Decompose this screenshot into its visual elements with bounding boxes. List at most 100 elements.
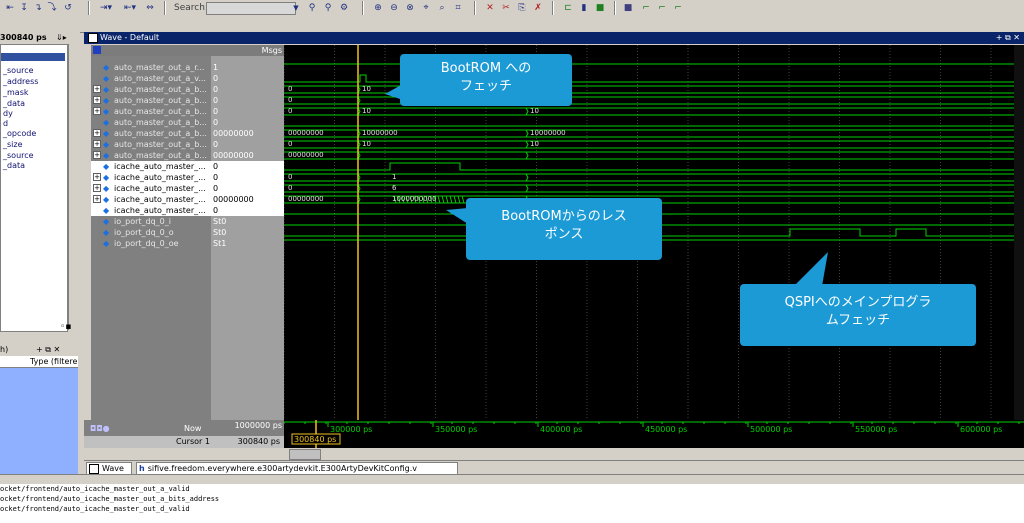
type-column-header[interactable]: Type (filtere <box>30 357 77 366</box>
waveform-vscroll[interactable] <box>1014 45 1024 420</box>
list-item-selected[interactable] <box>1 53 65 61</box>
window-buttons-icon[interactable]: + ⧉ ✕ <box>996 32 1020 44</box>
signal-row[interactable]: + ◆ auto_master_out_a_b... <box>91 106 211 117</box>
left-panel-scrollbar[interactable] <box>68 44 79 330</box>
zoom-out-icon[interactable]: ⊖ <box>388 2 400 14</box>
search-input[interactable] <box>206 2 296 15</box>
search-options-icon[interactable]: ⚙ <box>338 2 350 14</box>
signal-row[interactable]: ◆ io_port_dq_0_o <box>91 227 211 238</box>
zoom-cursor-icon[interactable]: ⌖ <box>420 2 432 14</box>
step-icon[interactable]: ↧ <box>18 2 30 14</box>
next-edge-icon[interactable]: ⇤▾ <box>120 2 140 14</box>
list-item[interactable]: _mask <box>3 88 29 97</box>
ruler-tick-label: 350000 ps <box>435 425 477 434</box>
green-block-icon[interactable]: ■ <box>594 2 606 14</box>
waveform-icon-3[interactable]: ⌐ <box>672 2 684 14</box>
expand-plus-icon[interactable]: + <box>93 140 101 148</box>
expand-plus-icon[interactable]: + <box>93 129 101 137</box>
panel-pin-icon[interactable]: ◦▪ <box>60 322 71 332</box>
signal-row[interactable]: + ◆ auto_master_out_a_b... <box>91 139 211 150</box>
expand-plus-icon[interactable]: + <box>93 85 101 93</box>
step-out-icon[interactable]: ⤵ <box>46 2 58 14</box>
toolbar-separator <box>164 1 166 15</box>
clear-icon[interactable]: ✗ <box>532 2 544 14</box>
signal-name: io_port_dq_0_o <box>114 228 174 237</box>
signal-name: auto_master_out_a_b... <box>114 107 207 116</box>
restart-icon[interactable]: ↺ <box>62 2 74 14</box>
bus-value-label: 6 <box>392 184 397 192</box>
console-transcript[interactable]: ocket/frontend/auto_icache_master_out_a_… <box>0 484 1024 523</box>
bus-transition <box>525 107 529 116</box>
find-edge-icon[interactable]: ⇔ <box>144 2 156 14</box>
signal-row[interactable]: ◆ icache_auto_master_... <box>91 161 211 172</box>
signal-row[interactable]: + ◆ auto_master_out_a_b... <box>91 150 211 161</box>
list-item[interactable]: _address <box>3 77 38 86</box>
prev-edge-icon[interactable]: ⇥▾ <box>96 2 116 14</box>
delete-icon[interactable]: ✕ <box>484 2 496 14</box>
zoom-in-icon[interactable]: ⊕ <box>372 2 384 14</box>
time-field[interactable]: 300840 ps <box>0 32 47 44</box>
zoom-full-range-icon[interactable]: ⊗ <box>404 2 416 14</box>
time-field-buttons-icon[interactable]: ⇓▸ <box>56 32 67 44</box>
expand-plus-icon[interactable]: + <box>93 96 101 104</box>
signal-row[interactable]: ◆ io_port_dq_0_i <box>91 216 211 227</box>
tab-wave-label: Wave <box>102 464 124 473</box>
signal-row[interactable]: + ◆ icache_auto_master_... <box>91 183 211 194</box>
dense-transition <box>437 195 441 204</box>
step-over-icon[interactable]: ↴ <box>32 2 44 14</box>
zoom-last-icon[interactable]: ⌕ <box>436 2 448 14</box>
expand-plus-icon[interactable]: + <box>93 195 101 203</box>
expand-plus-icon[interactable]: + <box>93 151 101 159</box>
expand-plus-icon[interactable]: + <box>93 173 101 181</box>
signal-row[interactable]: ◆ io_port_dq_0_oe <box>91 238 211 249</box>
list-item[interactable]: _data <box>3 161 25 170</box>
waveform-icon-2[interactable]: ⌐ <box>656 2 668 14</box>
panel-window-buttons-icon[interactable]: + ⧉ ✕ <box>36 344 60 356</box>
search-label: Search: <box>174 3 208 13</box>
waveform-icon[interactable]: ⌐ <box>640 2 652 14</box>
signal-diamond-icon: ◆ <box>103 140 110 149</box>
copy-icon[interactable]: ⎘ <box>516 2 528 14</box>
list-item[interactable]: _opcode <box>3 129 36 138</box>
blank-icon <box>93 228 101 236</box>
signal-row[interactable]: ◆ auto_master_out_a_r... <box>91 62 211 73</box>
lock-cursor-icon[interactable]: ▮ <box>578 2 590 14</box>
signal-name: icache_auto_master_... <box>114 173 206 182</box>
dropdown-arrow-icon[interactable]: ▼ <box>290 2 302 14</box>
signal-diamond-icon: ◆ <box>103 195 110 204</box>
signal-name: io_port_dq_0_oe <box>114 239 179 248</box>
expand-plus-icon[interactable]: + <box>93 107 101 115</box>
signal-value: 0 <box>211 205 284 216</box>
cut-icon[interactable]: ✂ <box>500 2 512 14</box>
bus-value-label: 00000000 <box>288 151 324 159</box>
list-item[interactable]: _source <box>3 151 34 160</box>
signal-row[interactable]: ◆ auto_master_out_a_b... <box>91 117 211 128</box>
list-item[interactable]: _source <box>3 66 34 75</box>
signal-row[interactable]: + ◆ auto_master_out_a_b... <box>91 128 211 139</box>
collapse-icon[interactable]: h) <box>0 344 8 356</box>
signal-row[interactable]: + ◆ icache_auto_master_... <box>91 172 211 183</box>
horizontal-scrollbar[interactable] <box>84 448 1024 460</box>
list-item[interactable]: d <box>3 119 8 128</box>
expand-plus-icon[interactable]: + <box>93 184 101 192</box>
add-cursor-icon[interactable]: ⊏ <box>562 2 574 14</box>
signal-row[interactable]: ◆ auto_master_out_a_v... <box>91 73 211 84</box>
wave-window-icon <box>88 33 98 43</box>
scroll-thumb[interactable] <box>289 449 321 460</box>
list-item[interactable]: dy <box>3 109 13 118</box>
signal-row[interactable]: + ◆ auto_master_out_a_b... <box>91 84 211 95</box>
zoom-full-icon[interactable]: ⇤ <box>4 2 16 14</box>
list-item[interactable]: _size <box>3 140 23 149</box>
format-icon[interactable]: ■ <box>622 2 634 14</box>
wave-gutter <box>84 45 91 420</box>
signal-value: 0 <box>213 107 219 116</box>
signal-row[interactable]: ◆ icache_auto_master_... <box>91 205 211 216</box>
signal-row[interactable]: + ◆ icache_auto_master_... <box>91 194 211 205</box>
list-item[interactable]: _data <box>3 99 25 108</box>
footer-icons[interactable]: ◘◘● <box>90 424 110 433</box>
bus-value-label: 1000000000 <box>392 195 437 203</box>
search-binoculars-icon[interactable]: ⚲ <box>306 2 318 14</box>
signal-row[interactable]: + ◆ auto_master_out_a_b... <box>91 95 211 106</box>
zoom-region-icon[interactable]: ⌗ <box>452 2 464 14</box>
search-next-icon[interactable]: ⚲ <box>322 2 334 14</box>
